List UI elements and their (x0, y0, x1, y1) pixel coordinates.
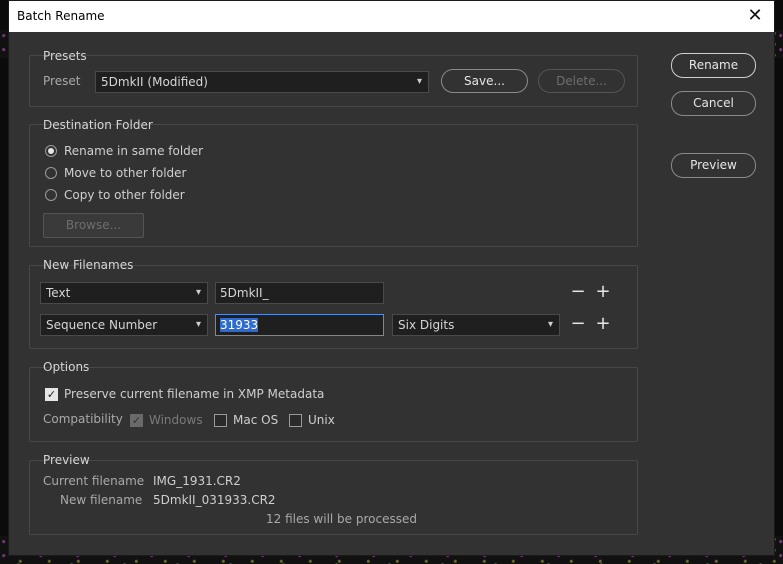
preview-button[interactable]: Preview (671, 153, 756, 178)
preset-select-value: 5DmkII (Modified) (101, 75, 208, 89)
unix-label: Unix (308, 413, 335, 427)
compatibility-label: Compatibility (43, 412, 123, 426)
row2-sequence-value: 31933 (220, 318, 259, 332)
plus-icon[interactable]: + (595, 283, 611, 301)
files-processed-note: 12 files will be processed (266, 512, 417, 526)
filename-row2-digits-select[interactable]: Six Digits ▾ (392, 314, 560, 336)
row2-digits-value: Six Digits (398, 318, 455, 332)
windows-checkbox[interactable]: ✓ (130, 414, 143, 427)
destination-group-label: Destination Folder (43, 118, 153, 132)
plus-icon[interactable]: + (595, 315, 611, 333)
chevron-down-icon: ▾ (547, 319, 553, 330)
row2-type-value: Sequence Number (46, 318, 158, 332)
new-filename-label: New filename (60, 493, 143, 507)
options-group-label: Options (43, 360, 90, 374)
presets-group-label: Presets (43, 49, 87, 63)
minus-icon[interactable]: − (570, 283, 586, 301)
preserve-filename-checkbox[interactable]: ✓ (45, 388, 58, 401)
row1-text-value: 5DmkII_ (220, 286, 269, 300)
chevron-down-icon: ▾ (416, 76, 422, 87)
row1-type-value: Text (46, 286, 71, 300)
save-button[interactable]: Save... (441, 69, 528, 93)
copy-other-folder-label: Copy to other folder (64, 188, 185, 202)
window-title: Batch Rename (17, 9, 105, 23)
rename-same-folder-label: Rename in same folder (64, 144, 204, 158)
batch-rename-dialog: Batch Rename ✕ Presets Preset 5DmkII (Mo… (8, 0, 775, 556)
move-other-folder-label: Move to other folder (64, 166, 187, 180)
chevron-down-icon: ▾ (195, 319, 201, 330)
radio-rename-same-folder[interactable] (45, 145, 57, 157)
preserve-filename-label: Preserve current filename in XMP Metadat… (64, 387, 325, 401)
delete-button[interactable]: Delete... (538, 69, 625, 93)
radio-move-other-folder[interactable] (45, 167, 57, 179)
close-icon[interactable]: ✕ (742, 4, 768, 30)
chevron-down-icon: ▾ (195, 287, 201, 298)
filename-row1-type-select[interactable]: Text ▾ (40, 282, 208, 304)
new-filenames-group (29, 265, 638, 349)
current-filename-value: IMG_1931.CR2 (153, 474, 241, 488)
rename-button[interactable]: Rename (671, 53, 756, 78)
browse-button[interactable]: Browse... (43, 213, 144, 238)
preset-select[interactable]: 5DmkII (Modified) ▾ (95, 71, 429, 93)
preset-label: Preset (43, 74, 81, 88)
windows-label: Windows (149, 413, 203, 427)
filename-row2-sequence-input[interactable]: 31933 (215, 314, 384, 336)
options-group (29, 367, 638, 442)
radio-copy-other-folder[interactable] (45, 189, 57, 201)
cancel-button[interactable]: Cancel (671, 91, 756, 116)
minus-icon[interactable]: − (570, 315, 586, 333)
new-filename-value: 5DmkII_031933.CR2 (153, 493, 276, 507)
current-filename-label: Current filename (43, 474, 145, 488)
filename-row1-text-input[interactable]: 5DmkII_ (215, 282, 384, 304)
preview-group-label: Preview (43, 453, 90, 467)
macos-label: Mac OS (233, 413, 279, 427)
filename-row2-type-select[interactable]: Sequence Number ▾ (40, 314, 208, 336)
macos-checkbox[interactable] (214, 414, 227, 427)
new-filenames-group-label: New Filenames (43, 258, 134, 272)
unix-checkbox[interactable] (289, 414, 302, 427)
title-bar: Batch Rename ✕ (9, 1, 774, 32)
